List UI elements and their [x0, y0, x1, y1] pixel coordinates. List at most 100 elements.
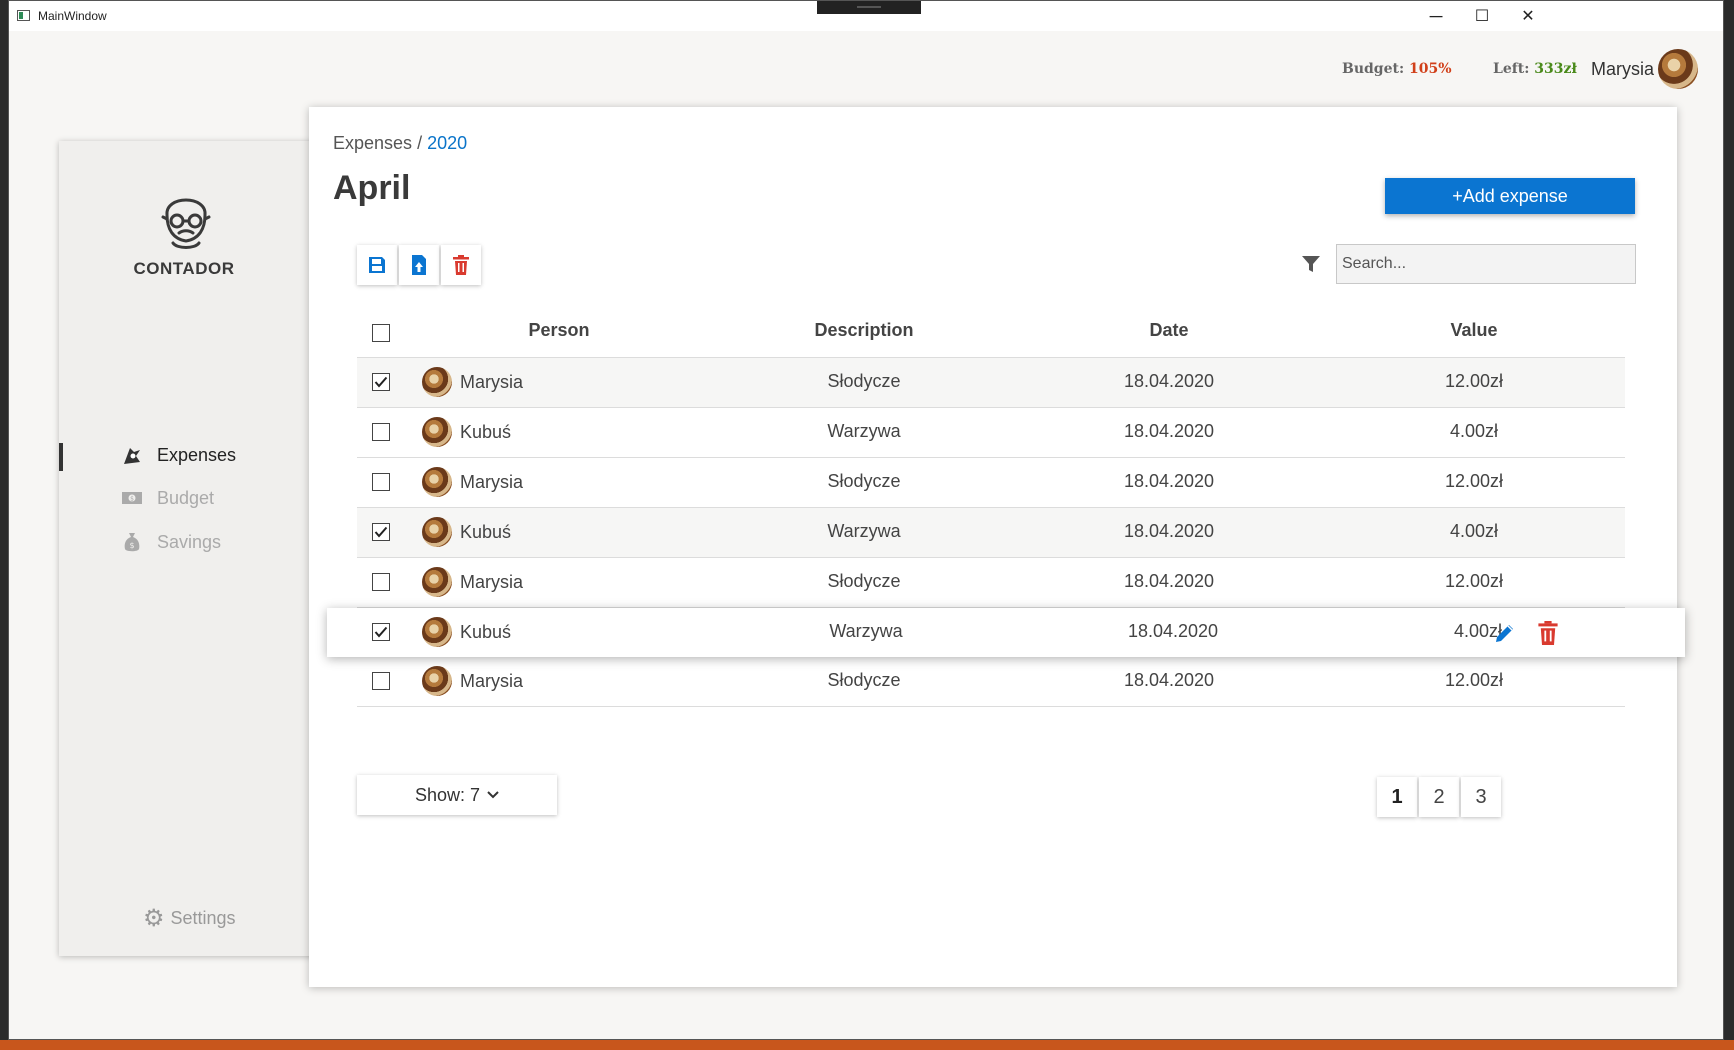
person-name: Kubuś	[460, 521, 512, 542]
person-avatar	[422, 567, 452, 597]
export-button[interactable]	[399, 245, 439, 285]
page-button-2[interactable]: 2	[1419, 777, 1459, 817]
trash-icon[interactable]	[1537, 621, 1559, 645]
person-cell: Marysia	[422, 467, 523, 497]
row-checkbox[interactable]	[372, 373, 390, 391]
person-name: Marysia	[460, 571, 524, 592]
person-avatar	[422, 467, 452, 497]
page-size-select[interactable]: Show: 7	[357, 775, 557, 815]
page-button-1[interactable]: 1	[1377, 777, 1417, 817]
settings-button[interactable]: ⚙ Settings	[143, 904, 236, 933]
column-header-description[interactable]: Description	[814, 320, 913, 341]
person-cell: Marysia	[422, 666, 523, 696]
minimize-button[interactable]: ─	[1413, 1, 1459, 31]
date-cell: 18.04.2020	[1123, 521, 1215, 541]
sidebar: CONTADOR Expenses $ Budget $ Savings ⚙ S…	[59, 141, 319, 956]
table-row[interactable]: Marysia Słodycze 18.04.2020 12.00zł	[357, 458, 1625, 508]
filter-icon[interactable]	[1301, 254, 1321, 274]
person-name: Marysia	[460, 670, 524, 691]
column-header-person[interactable]: Person	[528, 320, 589, 341]
page-size-label: Show: 7	[414, 784, 481, 805]
person-avatar	[422, 517, 452, 547]
date-cell: 18.04.2020	[1123, 571, 1215, 591]
brand-name: CONTADOR	[133, 259, 235, 278]
row-checkbox[interactable]	[372, 623, 390, 641]
description-cell: Słodycze	[827, 670, 901, 690]
svg-text:$: $	[130, 496, 134, 503]
chevron-down-icon	[487, 791, 499, 799]
breadcrumb: Expenses / 2020	[333, 133, 467, 154]
person-cell: Marysia	[422, 567, 523, 597]
row-checkbox[interactable]	[372, 672, 390, 690]
sidebar-item-savings[interactable]: $ Savings	[121, 531, 221, 553]
user-avatar[interactable]	[1658, 49, 1698, 89]
table-row[interactable]: Marysia Słodycze 18.04.2020 12.00zł	[357, 657, 1625, 707]
sidebar-item-label: Expenses	[157, 444, 237, 465]
table-row[interactable]: Kubuś Warzywa 18.04.2020 4.00zł	[327, 608, 1685, 657]
left-value: 333zł	[1534, 61, 1577, 77]
date-cell: 18.04.2020	[1123, 471, 1215, 491]
breadcrumb-year[interactable]: 2020	[427, 133, 467, 153]
table-body: Marysia Słodycze 18.04.2020 12.00zł Kubuś War…	[327, 358, 1685, 707]
main-panel: Expenses / 2020 April +Add expense Searc…	[309, 107, 1685, 987]
person-cell: Kubuś	[422, 517, 511, 547]
date-cell: 18.04.2020	[1123, 371, 1215, 391]
description-cell: Warzywa	[829, 621, 903, 641]
description-cell: Warzywa	[827, 521, 901, 541]
drag-handle[interactable]	[817, 1, 921, 14]
person-avatar	[422, 367, 452, 397]
save-button[interactable]	[357, 245, 397, 285]
value-cell: 12.00zł	[1444, 471, 1504, 491]
description-cell: Słodycze	[827, 571, 901, 591]
contador-logo-icon	[161, 198, 211, 249]
row-checkbox[interactable]	[372, 423, 390, 441]
person-name: Marysia	[460, 371, 524, 392]
table-row[interactable]: Marysia Słodycze 18.04.2020 12.00zł	[357, 358, 1625, 408]
person-avatar	[422, 417, 452, 447]
row-checkbox[interactable]	[372, 573, 390, 591]
person-cell: Kubuś	[422, 617, 511, 647]
breadcrumb-root[interactable]: Expenses	[333, 133, 412, 153]
svg-text:$: $	[129, 541, 134, 550]
column-header-value[interactable]: Value	[1450, 320, 1497, 341]
settings-label: Settings	[170, 908, 236, 928]
maximize-button[interactable]: ☐	[1459, 1, 1505, 31]
row-checkbox[interactable]	[372, 473, 390, 491]
budget-value: 105%	[1409, 61, 1452, 77]
app-icon	[17, 10, 30, 21]
value-cell: 12.00zł	[1444, 670, 1504, 690]
expenses-table: Person Description Date Value Marysia Sło…	[327, 307, 1685, 707]
trash-icon	[453, 255, 469, 275]
user-name[interactable]: Marysia	[1591, 59, 1654, 80]
close-button[interactable]: ✕	[1505, 1, 1551, 31]
page-title: April	[333, 169, 411, 207]
description-cell: Słodycze	[827, 371, 901, 391]
window-title: MainWindow	[38, 9, 107, 23]
column-header-date[interactable]: Date	[1149, 320, 1188, 341]
person-cell: Marysia	[422, 367, 523, 397]
value-cell: 12.00zł	[1444, 571, 1504, 591]
description-cell: Słodycze	[827, 471, 901, 491]
add-expense-button[interactable]: +Add expense	[1385, 178, 1635, 214]
search-input[interactable]	[1336, 244, 1636, 284]
date-cell: 18.04.2020	[1123, 421, 1215, 441]
pencil-icon[interactable]	[1493, 621, 1517, 645]
row-checkbox[interactable]	[372, 523, 390, 541]
sidebar-item-label: Savings	[157, 531, 222, 552]
select-all-checkbox[interactable]	[372, 324, 390, 342]
nav-active-indicator	[59, 443, 63, 471]
description-cell: Warzywa	[827, 421, 901, 441]
sidebar-item-expenses[interactable]: Expenses	[121, 444, 236, 466]
sidebar-item-budget[interactable]: $ Budget	[121, 487, 214, 509]
expenses-icon	[121, 444, 143, 466]
person-name: Kubuś	[460, 421, 512, 442]
table-row[interactable]: Marysia Słodycze 18.04.2020 12.00zł	[357, 558, 1625, 608]
date-cell: 18.04.2020	[1127, 621, 1219, 641]
table-row[interactable]: Kubuś Warzywa 18.04.2020 4.00zł	[357, 508, 1625, 558]
title-bar[interactable]: MainWindow ─ ☐ ✕	[9, 1, 1723, 31]
left-indicator: Left: 333zł	[1493, 61, 1577, 77]
delete-selected-button[interactable]	[441, 245, 481, 285]
page-button-3[interactable]: 3	[1461, 777, 1501, 817]
table-row[interactable]: Kubuś Warzywa 18.04.2020 4.00zł	[357, 408, 1625, 458]
budget-indicator: Budget: 105%	[1342, 61, 1452, 77]
